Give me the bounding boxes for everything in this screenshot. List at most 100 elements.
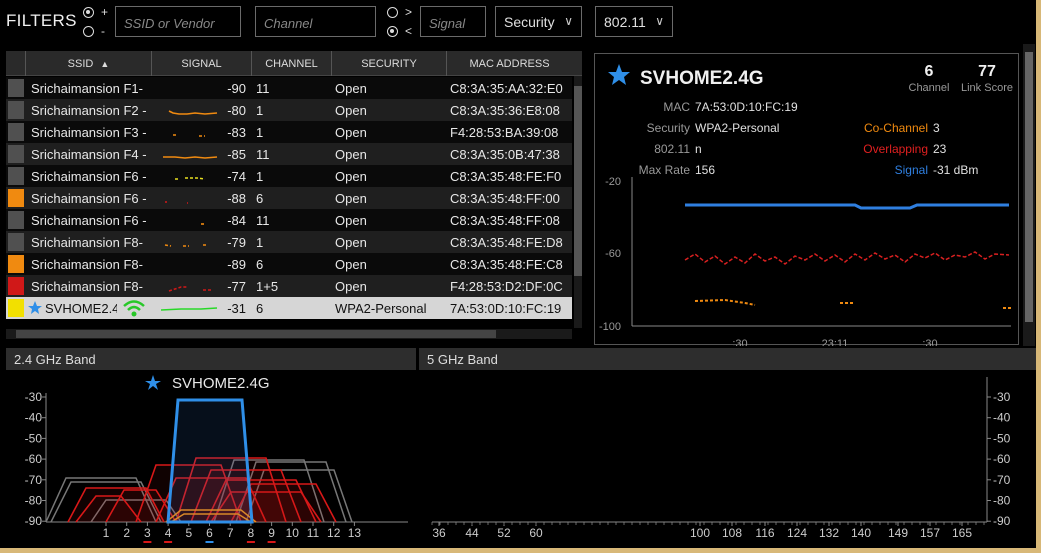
band-24-x-tick: 7 [227, 526, 234, 540]
signal-sparkline [168, 286, 211, 292]
table-row[interactable]: Srichaimansion F6 - -88 6 Open C8:3A:35:48:F… [6, 187, 572, 209]
less-label: < [405, 24, 413, 38]
band-5-x-ticks: 36 44 52 60 100 108 116 124 132 140 149 157 165 [431, 522, 985, 540]
band-24-selected-network[interactable] [166, 398, 254, 524]
signal-sparkline [165, 201, 188, 204]
table-row[interactable]: Srichaimansion F6 - -74 1 Open C8:3A:35:48:F… [6, 165, 572, 187]
table-horizontal-scrollbar[interactable] [6, 329, 572, 339]
overlapping-value: 23 [933, 142, 947, 156]
band-5-x-tick: 124 [787, 526, 807, 540]
band-5-y-ticks: -30 -40 -50 -60 -70 -80 -90 [987, 390, 1011, 528]
detail-svg: SVHOME2.4G 6 Channel 77 Link Score MAC 7… [599, 63, 1013, 350]
band-5-y-tick: -40 [993, 411, 1011, 425]
favorite-star-icon[interactable] [28, 301, 42, 315]
security-column-header[interactable]: SECURITY [332, 51, 447, 76]
cell-mac: C8:3A:35:48:FE:F0 [450, 169, 562, 184]
table-row[interactable]: Srichaimansion F8- -77 1+5 Open F4:28:53:D2:… [6, 275, 572, 297]
wifi-signal-icon [123, 300, 145, 317]
table-row[interactable]: SVHOME2.4 -31 6 WPA2-Personal 7A:53:0D:10:FC… [6, 297, 572, 319]
scroll-thumb[interactable] [574, 86, 582, 276]
network-color-swatch [8, 79, 24, 97]
filter-include-radio[interactable] [83, 7, 94, 18]
security-dropdown-label: Security [504, 14, 555, 30]
cell-ssid: Srichaimansion F3 - [31, 125, 147, 140]
table-header: SSID ▲ SIGNAL CHANNEL SECURITY MAC ADDRE… [6, 51, 582, 76]
band-24-x-tick: 3 [144, 526, 151, 540]
ssid-vendor-input[interactable]: SSID or Vendor [115, 6, 241, 37]
cell-ssid: SVHOME2.4 [45, 301, 117, 316]
table-row[interactable]: Srichaimansion F8- -89 6 Open C8:3A:35:48:FE… [6, 253, 572, 275]
table-row[interactable]: Srichaimansion F4 - -85 11 Open C8:3A:35:0B:… [6, 143, 572, 165]
band-5-y-tick: -80 [993, 494, 1011, 508]
cochannel-history-line [694, 298, 756, 306]
filter-exclude-radio[interactable] [83, 26, 94, 37]
signal-input[interactable]: Signal [420, 6, 486, 37]
band-5-x-tick: 165 [952, 526, 972, 540]
signal-greater-radio[interactable] [387, 7, 398, 18]
band-5-title: 5 GHz Band [419, 348, 1036, 370]
favorite-star-icon[interactable] [608, 64, 630, 85]
ssid-header-label: SSID [67, 58, 94, 70]
band-24-x-tick: 4 [165, 526, 172, 540]
table-vertical-scrollbar[interactable] [574, 76, 582, 328]
signal-sparkline [175, 177, 206, 180]
band-24-y-tick: -70 [25, 473, 43, 487]
band-24-panel: 2.4 GHz Band -30 -40 -50 -60 -70 -80 -90 12345… [6, 348, 416, 548]
cell-mac: C8:3A:35:48:FF:00 [450, 191, 560, 206]
cell-security: Open [335, 103, 367, 118]
mode-dropdown-label: 802.11 [604, 14, 646, 30]
detail-scrollbar[interactable] [1023, 44, 1035, 346]
cell-ssid: Srichaimansion F2 - [31, 103, 147, 118]
security-dropdown[interactable]: Security ∨ [495, 6, 582, 37]
band-5-chart: -30 -40 -50 -60 -70 -80 -90 36 44 52 60 100 108 116 1… [431, 377, 1011, 540]
cell-ssid: Srichaimansion F1- [31, 81, 143, 96]
cell-signal: -90 [227, 81, 246, 96]
band-24-y-tick: -40 [25, 411, 43, 425]
detail-ssid: SVHOME2.4G [640, 68, 764, 89]
ssid-column-header[interactable]: SSID ▲ [26, 51, 152, 76]
cochannel-value: 3 [933, 121, 940, 135]
network-color-swatch [8, 211, 24, 229]
band-24-y-tick: -50 [25, 431, 43, 445]
chevron-down-icon: ∨ [564, 14, 573, 28]
mode-dropdown[interactable]: 802.11 ∨ [595, 6, 673, 37]
link-score-label: Link Score [961, 82, 1013, 94]
band-24-x-tick: 8 [248, 526, 255, 540]
signal-sparkline [161, 307, 218, 311]
network-color-swatch [8, 255, 24, 273]
cochannel-label: Co-Channel [864, 121, 928, 135]
cell-channel: 1 [256, 125, 264, 140]
cell-channel: 6 [256, 191, 264, 206]
link-score-value: 77 [978, 63, 996, 80]
mac-column-header[interactable]: MAC ADDRESS [447, 51, 572, 76]
channel-column-header[interactable]: CHANNEL [252, 51, 332, 76]
network-color-swatch [8, 123, 24, 141]
cell-channel: 1 [256, 103, 264, 118]
signal-less-radio[interactable] [387, 26, 398, 37]
network-color-swatch [8, 233, 24, 251]
channel-input[interactable]: Channel [255, 6, 376, 37]
table-row[interactable]: Srichaimansion F2 - -80 1 Open C8:3A:35:36:E… [6, 99, 572, 121]
cell-security: Open [335, 169, 367, 184]
band-24-x-tick: 9 [268, 526, 275, 540]
include-label: + [101, 5, 109, 19]
table-row[interactable]: Srichaimansion F1- -90 11 Open C8:3A:35:AA:3… [6, 77, 572, 99]
signal-label: Signal [895, 163, 928, 177]
band-5-y-tick: -30 [993, 390, 1011, 404]
signal-value: -31 dBm [933, 163, 978, 177]
scroll-thumb[interactable] [1025, 52, 1033, 322]
signal-sparkline [168, 110, 218, 115]
history-x-tick: :30 [922, 338, 937, 346]
band-5-y-tick: -50 [993, 431, 1011, 445]
band-24-x-tick: 5 [185, 526, 192, 540]
signal-column-header[interactable]: SIGNAL [152, 51, 252, 76]
cell-ssid: Srichaimansion F8- [31, 279, 143, 294]
table-row[interactable]: Srichaimansion F3 - -83 1 Open F4:28:53:BA:3… [6, 121, 572, 143]
cell-ssid: Srichaimansion F8- [31, 257, 143, 272]
scroll-thumb[interactable] [16, 330, 496, 338]
max-rate-label: Max Rate [639, 163, 691, 177]
table-row[interactable]: Srichaimansion F6 - -84 11 Open C8:3A:35:48:… [6, 209, 572, 231]
table-row[interactable]: Srichaimansion F8- -79 1 Open C8:3A:35:48:FE… [6, 231, 572, 253]
cell-channel: 1+5 [256, 279, 279, 294]
band-5-x-tick: 116 [755, 526, 774, 540]
